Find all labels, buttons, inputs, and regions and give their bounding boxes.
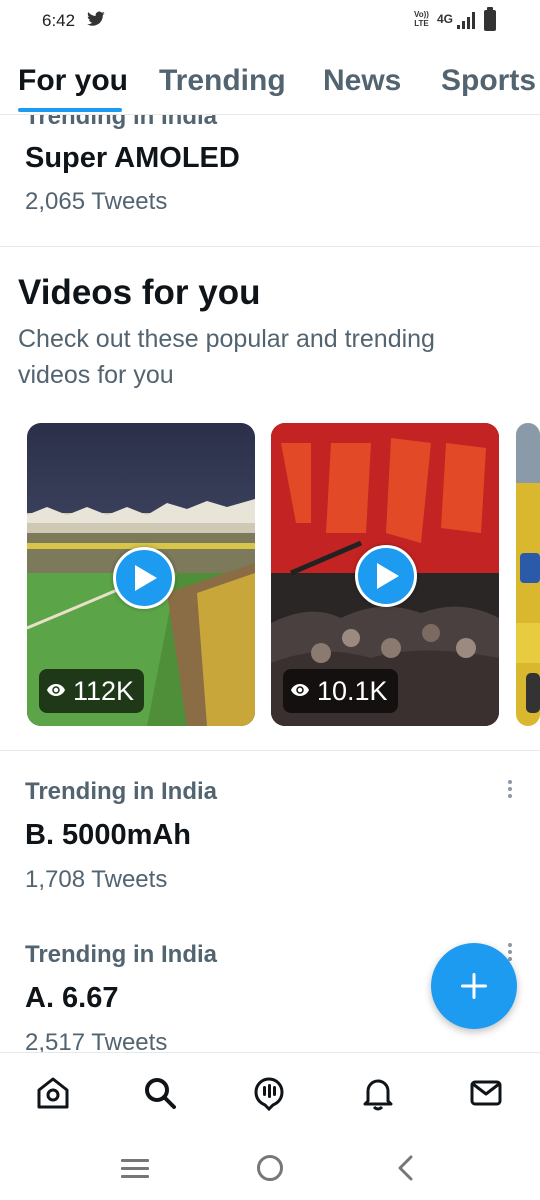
back-icon[interactable] <box>396 1155 414 1181</box>
tab-for-you[interactable]: For you <box>18 64 128 98</box>
tab-trending[interactable]: Trending <box>159 64 286 98</box>
divider <box>0 750 540 751</box>
status-time: 6:42 <box>42 11 76 30</box>
trend-count: 2,065 Tweets <box>25 188 168 215</box>
volte-line1: Vo)) <box>414 10 429 19</box>
video-thumbnail <box>516 423 540 726</box>
video-card[interactable]: 10.1K <box>271 423 499 726</box>
section-title: Videos for you <box>18 273 261 312</box>
play-icon <box>135 565 157 591</box>
play-button[interactable] <box>355 545 417 607</box>
twitter-bird-icon <box>87 11 105 26</box>
notifications-icon[interactable] <box>360 1075 396 1111</box>
play-icon <box>377 563 399 589</box>
battery-icon <box>484 7 496 31</box>
video-card-partial[interactable] <box>516 423 540 726</box>
view-count: 112K <box>39 669 145 713</box>
network-type: 4G <box>437 12 454 26</box>
tab-news[interactable]: News <box>323 64 401 98</box>
video-card[interactable]: 112K <box>27 423 255 726</box>
eye-icon <box>47 683 65 696</box>
more-options-icon[interactable] <box>503 115 517 129</box>
trend-context: Trending in India <box>25 941 217 968</box>
play-button[interactable] <box>113 547 175 609</box>
more-options-icon[interactable] <box>503 780 517 804</box>
home-icon[interactable] <box>35 1075 71 1111</box>
trend-name: B. 5000mAh <box>25 819 192 851</box>
recents-icon[interactable] <box>121 1158 149 1180</box>
system-navigation-bar <box>0 1138 540 1200</box>
volte-indicator: Vo)) LTE <box>414 10 429 28</box>
trend-name: A. 6.67 <box>25 982 119 1014</box>
compose-tweet-button[interactable] <box>431 943 517 1029</box>
top-tabs: For you Trending News Sports <box>0 48 540 115</box>
volte-line2: LTE <box>414 19 429 28</box>
status-bar: 6:42 Vo)) LTE 4G <box>0 0 540 44</box>
view-count: 10.1K <box>283 669 398 713</box>
trend-name: Super AMOLED <box>25 142 240 174</box>
bottom-navigation <box>0 1052 540 1139</box>
divider <box>0 246 540 247</box>
messages-icon[interactable] <box>468 1075 504 1111</box>
home-circle-icon[interactable] <box>256 1154 284 1182</box>
view-count-text: 10.1K <box>317 676 388 706</box>
tab-sports[interactable]: Sports <box>441 64 536 98</box>
section-subtitle: Check out these popular and trending vid… <box>18 325 435 389</box>
plus-icon <box>461 973 487 999</box>
eye-icon <box>291 683 309 696</box>
tab-indicator <box>18 108 122 112</box>
signal-icon <box>457 12 475 29</box>
explore-feed[interactable]: Trending in India Super AMOLED 2,065 Twe… <box>0 115 540 1052</box>
trend-count: 2,517 Tweets <box>25 1029 168 1052</box>
trend-count: 1,708 Tweets <box>25 866 168 893</box>
search-icon[interactable] <box>142 1075 178 1111</box>
trend-context: Trending in India <box>25 778 217 805</box>
trend-context: Trending in India <box>25 115 217 130</box>
spaces-icon[interactable] <box>251 1075 287 1112</box>
view-count-text: 112K <box>73 676 135 706</box>
